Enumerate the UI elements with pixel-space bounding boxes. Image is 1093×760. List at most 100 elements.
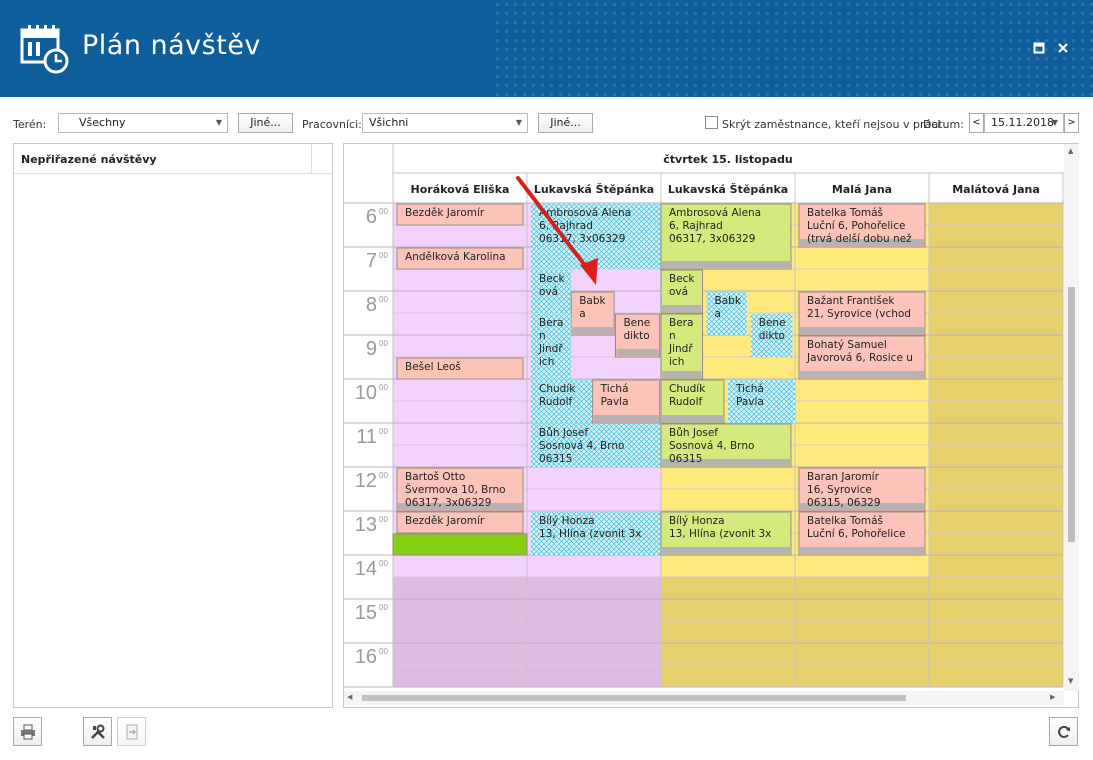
appointment[interactable]: BeranJindřich [531,314,572,379]
tools-icon [90,724,105,739]
hour-minutes-label: 00 [379,207,388,216]
appointment-footer [662,371,702,378]
teren-label: Terén: [13,118,47,131]
appointment-block[interactable] [392,533,528,556]
vertical-scrollbar[interactable]: ▲ ▼ [1064,144,1079,691]
hour-minutes-label: 00 [379,515,388,524]
appointment[interactable]: Benedikto [750,314,793,357]
hour-label: 10 [355,382,377,404]
column-offhours[interactable] [527,577,661,687]
appointment[interactable]: Benedikto [614,313,661,358]
appointment-text: Bohatý Samuel [807,339,887,351]
vertical-scroll-thumb[interactable] [1068,287,1075,542]
appointment[interactable]: Bažant František21, Syrovice (vchod [798,291,926,336]
appointment-text: Sosnová 4, Brno [539,440,624,452]
appointment[interactable]: BeranJindřich [660,313,704,380]
appointment[interactable]: Bůh JosefSosnová 4, Brno06315 [531,424,661,467]
hour-minutes-label: 00 [379,295,388,304]
appointment[interactable]: Babka [706,292,747,335]
settings-button[interactable] [83,717,112,746]
chevron-down-icon: ▼ [1051,118,1058,127]
appointment-text: Babk [715,295,742,307]
appointment-text: 06315, 06329 [807,497,880,509]
appointment-text: Bera [539,317,563,329]
employee-column-header[interactable]: Horáková Eliška [411,183,510,196]
next-day-button[interactable]: > [1064,113,1079,133]
export-icon [126,724,137,740]
appointment[interactable]: TicháPavla [728,380,795,423]
hour-label: 13 [355,514,377,536]
appointment[interactable]: Babka [570,291,615,336]
pracovnici-other-button[interactable]: Jiné... [538,113,593,133]
calendar-grid[interactable]: 6 00 7 00 8 00 9 00 10 00 11 00 12 00 13 00 14 00 15 00 16 00… [343,143,1079,708]
export-button[interactable] [117,717,146,746]
close-icon[interactable] [1055,40,1071,56]
column-offhours[interactable] [393,577,527,687]
column-offhours[interactable] [661,577,795,687]
appointment[interactable]: ChudíkRudolf [660,379,725,424]
appointment[interactable]: Andělková Karolina [396,247,524,270]
date-picker[interactable]: 15.11.2018 ▼ [984,113,1064,133]
appointment[interactable]: ChudíkRudolf [531,380,593,423]
scroll-up-icon[interactable]: ▲ [1068,147,1073,155]
calendar-svg[interactable]: 6 007 008 009 0010 0011 0012 0013 0014 0015 0016 00… [344,144,1079,708]
appointment-text: Tichá [600,383,629,395]
teren-other-button[interactable]: Jiné... [238,113,293,133]
scroll-down-icon[interactable]: ▼ [1068,677,1073,685]
print-button[interactable] [13,717,42,746]
unassigned-visits-title: Nepřiřazené návštěvy [21,153,157,166]
employee-column-header[interactable]: Malátová Jana [952,183,1040,196]
appointment-footer [616,349,659,356]
appointment[interactable]: Bůh JosefSosnová 4, Brno06315 [660,423,792,468]
maximize-icon[interactable] [1031,40,1047,56]
appointment[interactable]: Ambrosová Alena6, Rajhrad06317, 3x06329 [660,203,792,270]
teren-select[interactable]: Všechny ▼ [58,113,228,133]
appointment-text: Javorová 6, Rosice u [806,352,913,364]
employee-column-header[interactable]: Malá Jana [832,183,892,196]
hour-label: 8 [366,294,377,316]
hour-label: 16 [355,646,377,668]
column-offhours[interactable] [795,577,929,687]
appointment[interactable]: Becková [660,269,704,314]
appointment-text: (trvá delší dobu než [807,233,912,245]
horizontal-scroll-thumb[interactable] [362,695,906,701]
unassigned-visits-header: Nepřiřazené návštěvy [14,144,332,174]
hide-absent-label: Skrýt zaměstnance, kteří nejsou v práci [722,118,941,131]
employee-column-header[interactable]: Lukavská Štěpánka [668,183,788,196]
horizontal-scrollbar[interactable]: ◀ ▶ [344,691,1064,705]
appointment-footer [662,305,702,312]
appointment[interactable]: TicháPavla [592,379,661,424]
appointment[interactable]: Bezděk Jaromír [396,203,524,226]
appointment-text: a [715,308,721,320]
column-offhours[interactable] [929,577,1063,687]
appointment[interactable]: Bohatý SamuelJavorová 6, Rosice u [798,335,926,380]
pracovnici-select[interactable]: Všichni ▼ [362,113,528,133]
appointment[interactable]: Bílý Honza13, Hlína (zvonit 3x [660,511,792,556]
appointment-text: 16, Syrovice [807,484,872,496]
appointment-text: Bezděk Jaromír [405,515,485,527]
prev-day-button[interactable]: < [969,113,984,133]
hide-absent-checkbox[interactable] [705,116,718,129]
appointment-text: Bůh Josef [669,427,718,439]
appointment[interactable]: Bezděk Jaromír [396,511,524,534]
hour-label: 15 [355,602,377,624]
column-background[interactable] [929,203,1063,577]
hour-label: 9 [366,338,377,360]
scroll-left-icon[interactable]: ◀ [347,693,352,701]
appointment[interactable]: Bílý Honza13, Hlína (zvonit 3x [531,512,661,555]
appointment-text: Sosnová 4, Brno [669,440,754,452]
appointment[interactable]: Bartoš OttoŠvermova 10, Brno06317, 3x063… [396,467,524,512]
appointment[interactable] [392,533,528,556]
scroll-right-icon[interactable]: ▶ [1050,693,1055,701]
appointment-text: ová [669,286,688,298]
appointment[interactable]: Batelka TomášLuční 6, Pohořelice [798,511,926,556]
appointment[interactable]: Bešel Leoš [396,357,524,380]
appointment[interactable]: Batelka TomášLuční 6, Pohořelice(trvá de… [798,203,926,248]
hour-minutes-label: 00 [379,559,388,568]
appointment[interactable]: Baran Jaromír16, Syrovice06315, 06329 [798,467,926,512]
refresh-button[interactable] [1049,717,1078,746]
appointment-text: Bílý Honza [669,515,725,527]
unassigned-visits-panel[interactable]: Nepřiřazené návštěvy [13,143,333,708]
appointment-text: n [539,330,546,342]
appointment-text: Bene [623,317,650,329]
